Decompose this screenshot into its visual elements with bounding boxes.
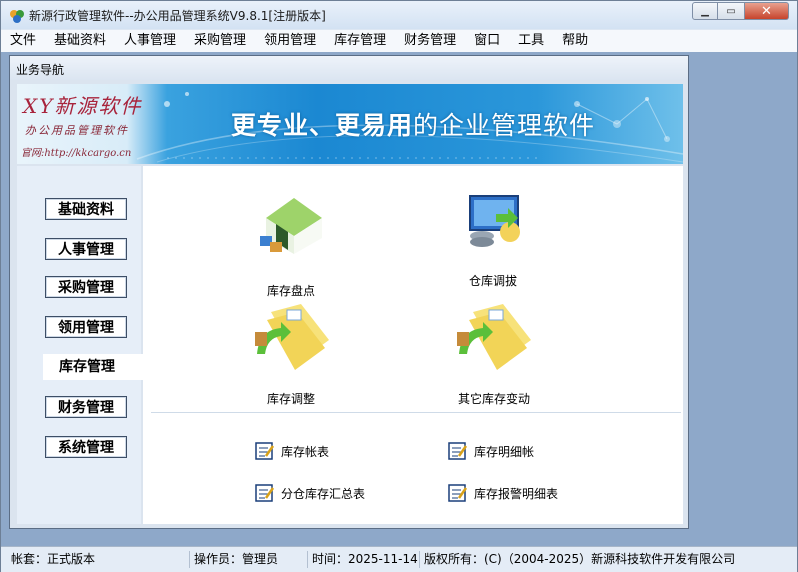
menu-finance[interactable]: 财务管理 <box>395 30 465 52</box>
slogan: 更专业、更易用的企业管理软件 <box>231 106 595 142</box>
child-title: 业务导航 <box>16 63 65 77</box>
nav-finance-button[interactable]: 财务管理 <box>45 396 127 418</box>
transfer-icon <box>469 195 520 247</box>
title-bar[interactable]: 新源行政管理软件--办公用品管理系统V9.8.1[注册版本] ▁ ▭ ✕ <box>1 1 797 29</box>
minimize-button[interactable]: ▁ <box>692 2 718 20</box>
brand-logo: XY新源软件 <box>23 94 143 118</box>
nav-basic-data-button[interactable]: 基础资料 <box>45 198 127 220</box>
tile-label: 库存调整 <box>266 392 315 406</box>
app-window: 新源行政管理软件--办公用品管理系统V9.8.1[注册版本] ▁ ▭ ✕ 文件 … <box>0 0 798 572</box>
report-label: 库存帐表 <box>281 444 330 459</box>
report-icon <box>448 442 468 460</box>
nav-system-button[interactable]: 系统管理 <box>45 436 127 458</box>
menu-help[interactable]: 帮助 <box>553 30 597 52</box>
report-alert-detail[interactable]: 库存报警明细表 <box>448 484 558 502</box>
report-label: 分仓库存汇总表 <box>281 486 366 501</box>
status-bar: 帐套：正式版本 操作员：管理员 时间：2025-11-14 版权所有：(C)（2… <box>1 546 797 572</box>
report-label: 库存明细帐 <box>474 444 535 459</box>
divider <box>151 412 681 413</box>
status-operator: 操作员：管理员 <box>189 551 308 568</box>
menu-window[interactable]: 窗口 <box>465 30 509 52</box>
business-nav-window: 业务导航 XY新源软件 办公用品管理软件 官网:http://kkcargo.c… <box>9 55 689 529</box>
tile-adjust[interactable]: 库存调整 <box>251 300 331 406</box>
tile-label: 库存盘点 <box>266 284 315 298</box>
nav-inventory-button[interactable]: 库存管理 <box>43 354 143 380</box>
report-label: 库存报警明细表 <box>474 486 559 501</box>
maximize-icon: ▭ <box>726 5 736 17</box>
menu-requisition[interactable]: 领用管理 <box>255 30 325 52</box>
maximize-button[interactable]: ▭ <box>718 2 745 20</box>
menu-hr[interactable]: 人事管理 <box>115 30 185 52</box>
warehouse-icon <box>260 198 322 254</box>
menu-inventory[interactable]: 库存管理 <box>325 30 395 52</box>
banner: XY新源软件 办公用品管理软件 官网:http://kkcargo.cn 更专业… <box>17 84 683 164</box>
menu-basic-data[interactable]: 基础资料 <box>45 30 115 52</box>
report-icon <box>255 442 275 460</box>
minimize-icon: ▁ <box>701 5 709 17</box>
window-controls: ▁ ▭ ✕ <box>692 2 789 20</box>
nav-panel: 基础资料 人事管理 采购管理 领用管理 库存管理 财务管理 系统管理 <box>17 166 143 524</box>
nav-requisition-button[interactable]: 领用管理 <box>45 316 127 338</box>
report-icon <box>255 484 275 502</box>
brand-url: 官网:http://kkcargo.cn <box>21 148 132 159</box>
folder-adjust-icon <box>255 304 329 370</box>
report-inventory-ledger[interactable]: 库存帐表 <box>255 442 329 460</box>
status-copyright: 版权所有：(C)（2004-2025）新源科技软件开发有限公司 <box>419 551 794 568</box>
slogan-rest: 的企业管理软件 <box>413 111 596 140</box>
status-account: 帐套：正式版本 <box>11 552 96 566</box>
close-button[interactable]: ✕ <box>745 2 789 20</box>
nav-purchase-button[interactable]: 采购管理 <box>45 276 127 298</box>
content-panel: 库存盘点 仓库调拔 库存调整 其它库存变动 库存帐表 库存明细帐 分仓库存汇总表… <box>143 166 683 524</box>
brand-subtitle: 办公用品管理软件 <box>25 124 129 137</box>
tile-label: 仓库调拔 <box>468 274 517 288</box>
folder-other-icon <box>457 304 531 370</box>
app-icon <box>10 10 24 23</box>
mdi-area: 业务导航 XY新源软件 办公用品管理软件 官网:http://kkcargo.c… <box>1 52 797 546</box>
slogan-highlight: 更专业、更易用 <box>231 111 414 140</box>
report-warehouse-summary[interactable]: 分仓库存汇总表 <box>255 484 365 502</box>
menu-file[interactable]: 文件 <box>1 30 45 52</box>
status-time: 时间：2025-11-14 <box>307 551 422 568</box>
report-icon <box>448 484 468 502</box>
tile-other-change[interactable]: 其它库存变动 <box>448 300 538 406</box>
close-icon: ✕ <box>761 3 772 19</box>
tile-transfer[interactable]: 仓库调拔 <box>448 192 538 288</box>
nav-hr-button[interactable]: 人事管理 <box>45 238 127 260</box>
tile-label: 其它库存变动 <box>457 392 530 406</box>
menu-bar: 文件 基础资料 人事管理 采购管理 领用管理 库存管理 财务管理 窗口 工具 帮… <box>1 30 797 52</box>
tile-stocktake[interactable]: 库存盘点 <box>251 192 331 298</box>
menu-tools[interactable]: 工具 <box>509 30 553 52</box>
window-title: 新源行政管理软件--办公用品管理系统V9.8.1[注册版本] <box>29 9 326 23</box>
menu-purchase[interactable]: 采购管理 <box>185 30 255 52</box>
report-inventory-detail[interactable]: 库存明细帐 <box>448 442 534 460</box>
child-title-bar[interactable]: 业务导航 <box>10 56 688 80</box>
